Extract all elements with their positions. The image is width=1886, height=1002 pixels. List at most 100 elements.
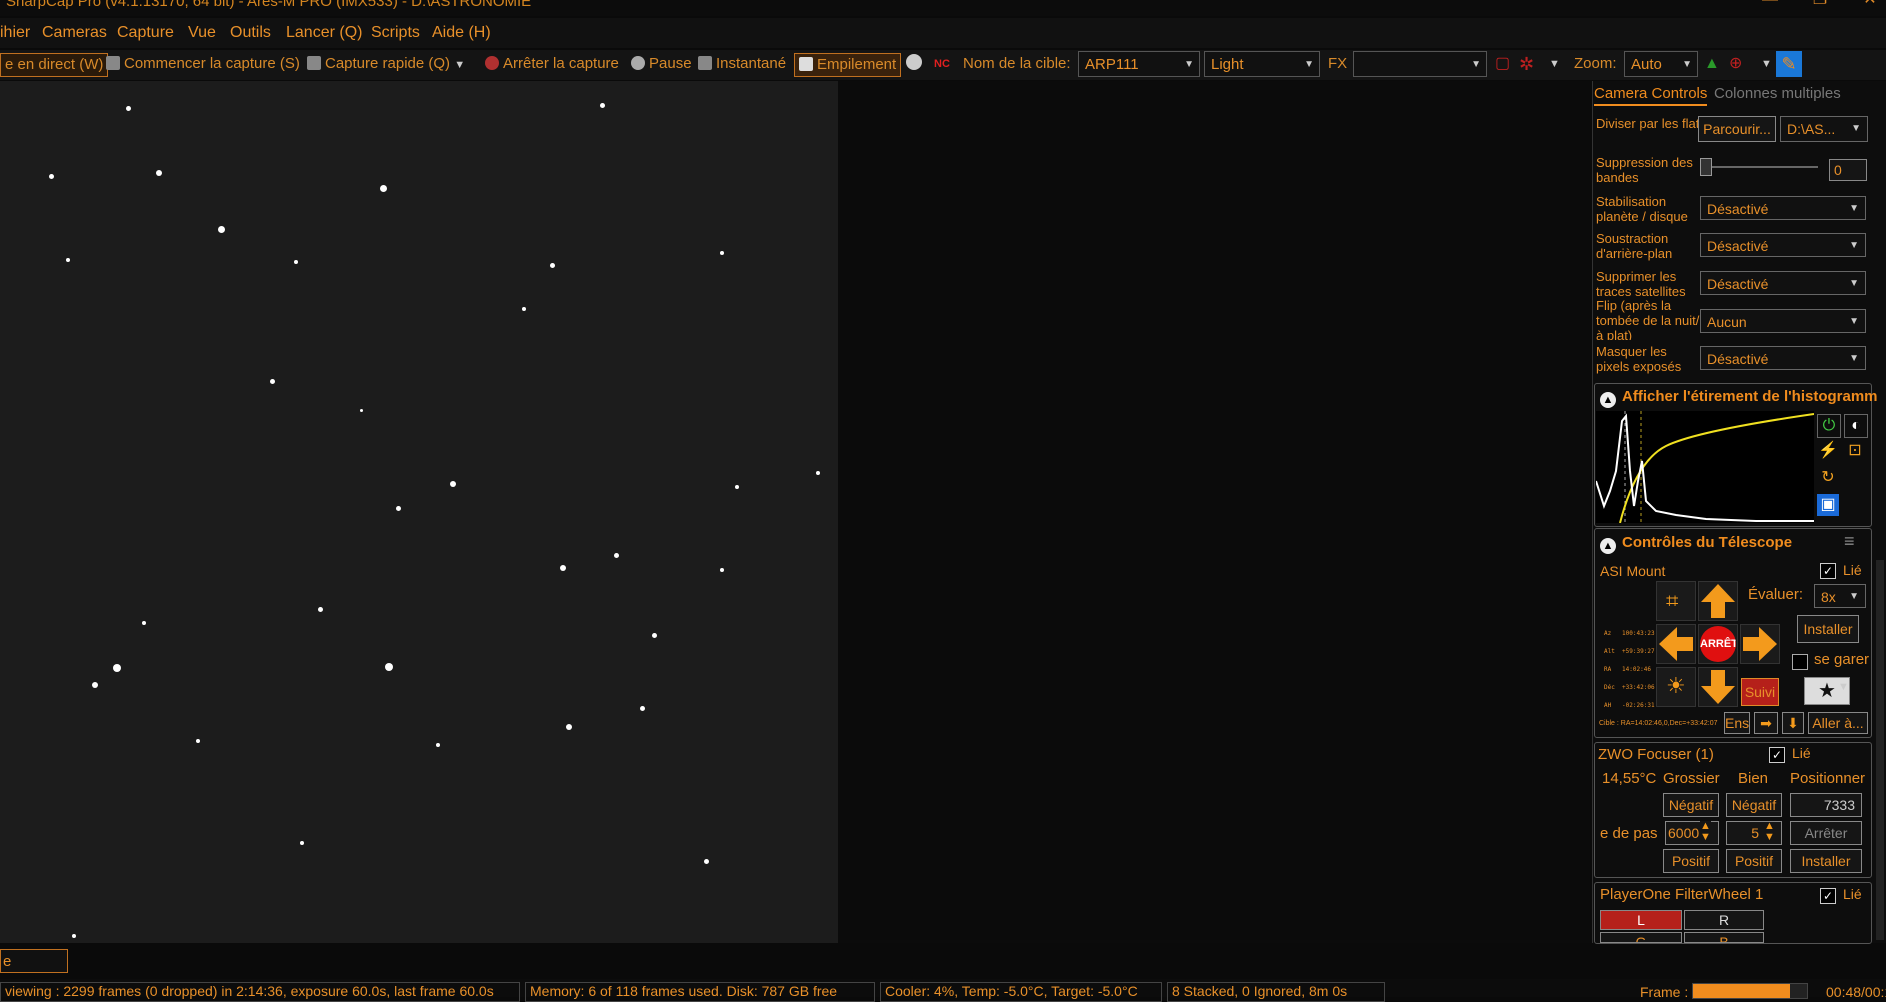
coarse-step-input[interactable]: 6000 bbox=[1665, 821, 1719, 845]
set-button[interactable]: Ens bbox=[1724, 712, 1750, 734]
banding-value[interactable]: 0 bbox=[1829, 159, 1867, 181]
chevron-down-icon[interactable]: ▼ bbox=[1761, 53, 1772, 75]
image-preview[interactable] bbox=[0, 81, 838, 943]
roi-icon[interactable]: ▢ bbox=[1495, 53, 1510, 75]
chevron-down-icon[interactable]: ▼ bbox=[1838, 681, 1849, 693]
focuser-position[interactable]: 7333 bbox=[1790, 793, 1862, 817]
pause-button[interactable]: Pause bbox=[631, 53, 692, 75]
move-west-button[interactable] bbox=[1656, 624, 1696, 664]
fine-negative-button[interactable]: Négatif bbox=[1726, 793, 1782, 817]
menu-cameras[interactable]: Cameras bbox=[42, 24, 107, 42]
mount-linked-checkbox[interactable]: ✓ bbox=[1820, 563, 1836, 579]
park-checkbox[interactable] bbox=[1792, 654, 1808, 670]
fine-step-spinner[interactable]: ▲ ▼ bbox=[1764, 821, 1775, 843]
move-east-button[interactable] bbox=[1740, 624, 1780, 664]
coarse-positive-button[interactable]: Positif bbox=[1663, 849, 1719, 873]
focuser-stop-button[interactable]: Arrêter bbox=[1790, 821, 1862, 845]
move-south-button[interactable] bbox=[1698, 667, 1738, 707]
status-stacked: 8 Stacked, 0 Ignored, 8m 0s bbox=[1167, 982, 1385, 1002]
filter-l-button[interactable]: L bbox=[1600, 910, 1682, 930]
maximize-button[interactable]: ❐ bbox=[1810, 0, 1830, 14]
histogram-header[interactable]: ▲ Afficher l'étirement de l'histogramm bbox=[1600, 388, 1878, 408]
close-button[interactable]: ✕ bbox=[1860, 0, 1880, 14]
lock-icon[interactable]: ⊡ bbox=[1844, 440, 1866, 462]
chevron-down-icon: ▼ bbox=[1849, 353, 1859, 364]
goto-button[interactable]: Aller à... bbox=[1808, 712, 1868, 734]
zoom-label: Zoom: bbox=[1574, 55, 1617, 72]
stacking-button[interactable]: Empilement bbox=[794, 53, 902, 77]
move-north-button[interactable] bbox=[1698, 581, 1738, 621]
menu-launch[interactable]: Lancer (Q) bbox=[286, 24, 362, 42]
target-name-select[interactable]: ARP111 ▼ bbox=[1078, 51, 1200, 77]
zoom-select[interactable]: Auto ▼ bbox=[1624, 51, 1698, 77]
contrast-icon[interactable]: ◐ bbox=[1844, 414, 1868, 438]
mount-install-button[interactable]: Installer bbox=[1797, 615, 1859, 643]
telescope-header[interactable]: ▲ Contrôles du Télescope bbox=[1600, 534, 1792, 554]
frame-type-select[interactable]: Light ▼ bbox=[1204, 51, 1320, 77]
stop-button[interactable]: ARRÊTE bbox=[1698, 624, 1738, 664]
focuser-install-button[interactable]: Installer bbox=[1790, 849, 1862, 873]
nc-icon[interactable]: NC bbox=[934, 53, 950, 75]
lightning-icon[interactable]: ⚡ bbox=[1817, 440, 1839, 462]
background-subtraction-label: Soustraction d'arrière-plan bbox=[1596, 231, 1673, 261]
banding-slider-handle[interactable] bbox=[1700, 158, 1712, 176]
start-capture-button[interactable]: Commencer la capture (S) bbox=[106, 53, 300, 75]
stabilization-label: Stabilisation planète / disque bbox=[1596, 194, 1688, 224]
reset-icon[interactable]: ↻ bbox=[1817, 467, 1839, 489]
panel-scrollbar[interactable] bbox=[1876, 560, 1884, 940]
background-subtraction-select[interactable]: Désactivé ▼ bbox=[1700, 233, 1866, 257]
save-icon[interactable]: ▣ bbox=[1817, 494, 1839, 516]
brush-icon[interactable]: ✎ bbox=[1776, 51, 1802, 77]
flip-select[interactable]: Aucun ▼ bbox=[1700, 309, 1866, 333]
coarse-negative-button[interactable]: Négatif bbox=[1663, 793, 1719, 817]
arrow-down-icon[interactable]: ⬇ bbox=[1782, 712, 1804, 734]
stabilization-select[interactable]: Désactivé ▼ bbox=[1700, 196, 1866, 220]
menu-view[interactable]: Vue bbox=[188, 24, 216, 42]
satellite-trails-select[interactable]: Désactivé ▼ bbox=[1700, 271, 1866, 295]
power-icon[interactable]: ⏻ bbox=[1817, 414, 1841, 438]
crosshair-icon[interactable]: ✲ bbox=[1519, 53, 1534, 75]
menu-file[interactable]: ihier bbox=[0, 24, 30, 42]
viewport-background bbox=[838, 81, 1590, 943]
sphere-icon[interactable] bbox=[906, 53, 924, 75]
center-icon[interactable]: ☀ bbox=[1656, 667, 1696, 707]
tab-multiple-columns[interactable]: Colonnes multiples bbox=[1714, 84, 1841, 104]
pause-icon bbox=[631, 56, 645, 70]
menu-icon[interactable]: ≡ bbox=[1844, 531, 1855, 552]
arrow-right-icon[interactable]: ➡ bbox=[1754, 712, 1778, 734]
histogram-icon[interactable]: ▲ bbox=[1704, 53, 1720, 75]
snapshot-button[interactable]: Instantané bbox=[698, 53, 786, 75]
stop-capture-button[interactable]: Arrêter la capture bbox=[485, 53, 619, 75]
filter-r-button[interactable]: R bbox=[1684, 910, 1764, 930]
focus-icon[interactable]: ⊕ bbox=[1729, 53, 1742, 75]
filter-b-button[interactable]: B bbox=[1684, 932, 1764, 943]
rate-select[interactable]: 8x ▼ bbox=[1814, 584, 1866, 608]
tab-camera-controls[interactable]: Camera Controls bbox=[1594, 84, 1708, 106]
filterwheel-linked-checkbox[interactable]: ✓ bbox=[1820, 888, 1836, 904]
focuser-name: ZWO Focuser (1) bbox=[1598, 746, 1714, 763]
histogram-chart[interactable] bbox=[1596, 411, 1814, 523]
menu-capture[interactable]: Capture bbox=[117, 24, 174, 42]
menu-help[interactable]: Aide (H) bbox=[432, 24, 491, 42]
goto-target-icon[interactable]: ⌗ bbox=[1656, 581, 1696, 621]
exposed-pixels-select[interactable]: Désactivé ▼ bbox=[1700, 346, 1866, 370]
fx-select[interactable]: ▼ bbox=[1353, 51, 1487, 77]
fine-positive-button[interactable]: Positif bbox=[1726, 849, 1782, 873]
filter-g-button[interactable]: G bbox=[1600, 932, 1682, 943]
minimize-button[interactable]: — bbox=[1760, 0, 1780, 14]
browse-flats-button[interactable]: Parcourir... bbox=[1698, 116, 1776, 142]
chevron-down-icon[interactable]: ▼ bbox=[1549, 53, 1560, 75]
banding-slider[interactable] bbox=[1700, 166, 1818, 168]
mount-name: ASI Mount bbox=[1600, 563, 1666, 579]
coarse-step-spinner[interactable]: ▲ ▼ bbox=[1700, 821, 1711, 843]
menu-tools[interactable]: Outils bbox=[230, 24, 271, 42]
menu-scripts[interactable]: Scripts bbox=[371, 24, 420, 42]
live-view-button[interactable]: e en direct (W) bbox=[0, 53, 109, 77]
quick-capture-button[interactable]: Capture rapide (Q) ▼ bbox=[307, 53, 465, 75]
flats-select[interactable]: D:\AS... ▼ bbox=[1780, 116, 1868, 142]
focuser-linked-checkbox[interactable]: ✓ bbox=[1769, 747, 1785, 763]
camera-icon bbox=[106, 56, 120, 70]
stacking-tab[interactable]: e Stacking bbox=[0, 949, 68, 994]
track-button[interactable]: Suivi bbox=[1741, 678, 1779, 706]
collapse-icon: ▲ bbox=[1600, 392, 1616, 408]
